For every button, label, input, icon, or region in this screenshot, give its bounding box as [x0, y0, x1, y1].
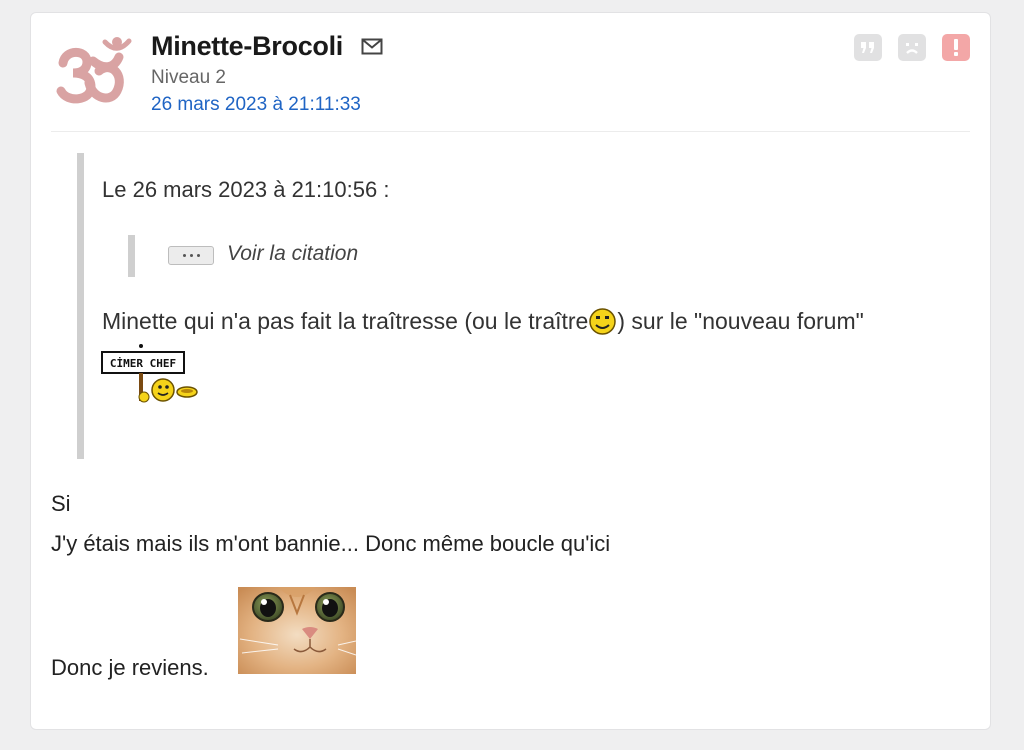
post-header: Minette-Brocoli Niveau 2 26 mars 2023 à …	[151, 31, 383, 116]
quote-icon	[861, 41, 874, 53]
post-actions	[854, 34, 970, 61]
quote-text-part2: ) sur le "nouveau forum"	[617, 308, 864, 334]
quote-header: Le 26 mars 2023 à 21:10:56 :	[102, 177, 390, 202]
report-button[interactable]	[942, 34, 970, 61]
mail-icon[interactable]	[361, 38, 383, 55]
quote-button[interactable]	[854, 34, 882, 61]
expand-quote-button[interactable]	[168, 246, 214, 265]
om-symbol-avatar[interactable]	[53, 31, 135, 113]
body-line-1: Si	[51, 491, 71, 516]
body-line-2: J'y étais mais ils m'ont bannie... Donc …	[51, 531, 611, 556]
quote-block: Le 26 mars 2023 à 21:10:56 : Voir la cit…	[77, 153, 952, 459]
show-quote-link[interactable]: Voir la citation	[227, 242, 358, 266]
post-date-link[interactable]: 26 mars 2023 à 21:11:33	[151, 94, 383, 116]
sad-face-button[interactable]	[898, 34, 926, 61]
forum-post-card: Minette-Brocoli Niveau 2 26 mars 2023 à …	[30, 12, 991, 730]
sticker-text: CİMER CHEF	[110, 356, 176, 370]
body-line-3: Donc je reviens.	[51, 655, 209, 680]
quote-text: Minette qui n'a pas fait la traîtresse (…	[102, 307, 864, 336]
wink-smiley-icon	[589, 308, 617, 335]
author-name[interactable]: Minette-Brocoli	[151, 31, 343, 62]
sad-face-icon	[906, 42, 918, 54]
nested-quote: Voir la citation	[128, 235, 435, 277]
cimer-chef-sticker: CİMER CHEF	[101, 344, 198, 403]
quote-text-part1: Minette qui n'a pas fait la traîtresse (…	[102, 308, 589, 334]
header-divider	[51, 131, 970, 132]
cat-face-image[interactable]	[238, 587, 356, 674]
author-level: Niveau 2	[151, 67, 226, 88]
alert-icon	[954, 39, 958, 56]
